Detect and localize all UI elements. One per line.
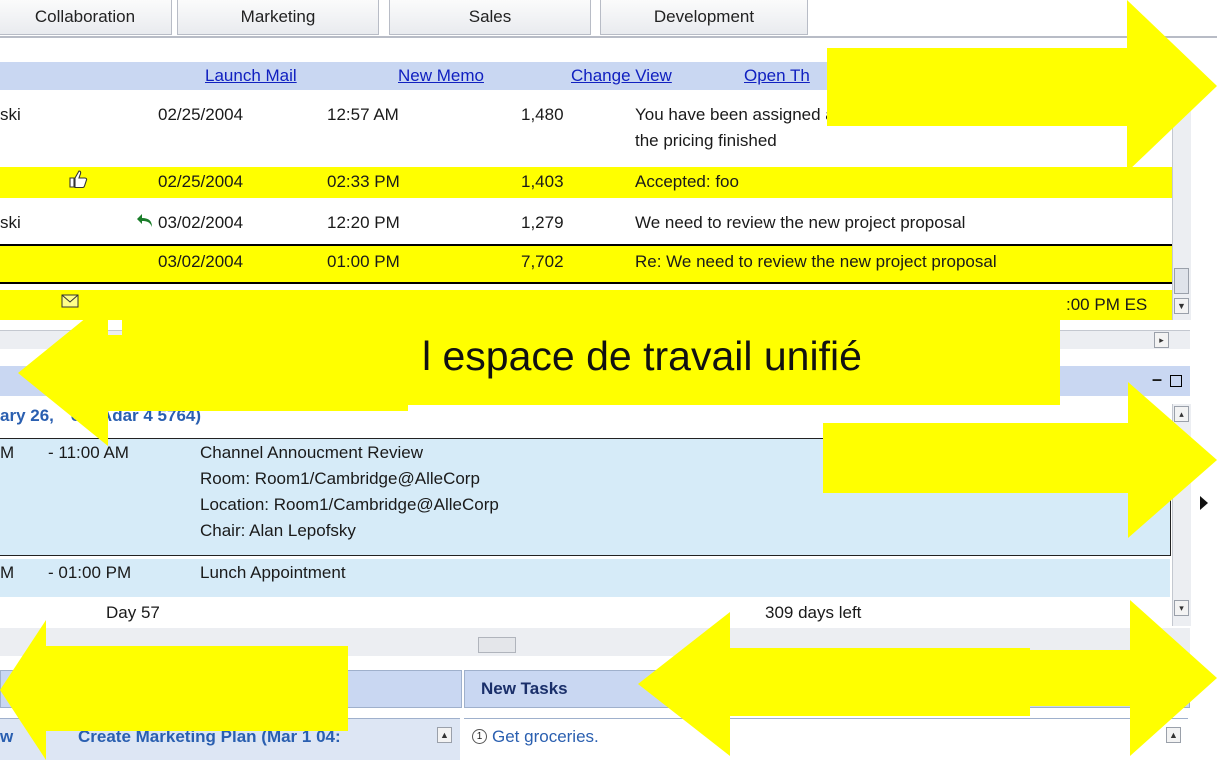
scroll-down-icon[interactable]: ▼ — [1174, 298, 1189, 314]
new-memo-link[interactable]: New Memo — [398, 66, 484, 86]
tab-marketing[interactable]: Marketing — [177, 0, 379, 35]
mail-time: 12:20 PM — [327, 213, 400, 232]
mail-size: 1,279 — [521, 213, 564, 232]
entry-title: Lunch Appointment — [200, 563, 346, 582]
mail-date: 02/25/2004 — [158, 105, 244, 124]
task-number-icon: 1 — [472, 729, 487, 744]
mail-date: 03/02/2004 — [158, 213, 244, 232]
mail-row-selected[interactable]: 03/02/2004 01:00 PM 7,702 Re: We need to… — [0, 244, 1172, 284]
mail-subject: Re: We need to review the new project pr… — [635, 252, 997, 271]
tasks-header-label: New Tasks — [481, 679, 568, 698]
entry-title: Channel Annoucment Review — [200, 443, 424, 462]
mail-from: ski — [0, 213, 21, 232]
thumbs-up-icon — [68, 170, 88, 193]
banner-text: l espace de travail unifié — [422, 333, 862, 379]
mail-time: 12:57 AM — [327, 105, 399, 124]
calendar-footer: Day 57 309 days left — [0, 597, 1170, 627]
entry-end: - 11:00 AM — [48, 443, 129, 462]
task-item[interactable]: Get groceries. — [492, 727, 599, 747]
entry-chair: Chair: Alan Lepofsky — [200, 521, 356, 540]
tab-bar: Collaboration Marketing Sales Developmen… — [0, 0, 1217, 37]
mail-date: 02/25/2004 — [158, 172, 244, 191]
mail-date: 03/02/2004 — [158, 252, 244, 271]
task-row[interactable]: 1 Get groceries. ▲ — [464, 718, 1188, 760]
mail-size: 1,480 — [521, 105, 564, 124]
reply-icon — [136, 213, 154, 234]
day-number: Day 57 — [106, 603, 160, 622]
mail-subject: Accepted: foo — [635, 172, 739, 191]
calendar-entry[interactable]: M - 01:00 PM Lunch Appointment — [0, 559, 1170, 597]
mail-size: 7,702 — [521, 252, 564, 271]
tab-development[interactable]: Development — [600, 0, 808, 35]
open-link[interactable]: Open Th — [744, 66, 810, 86]
tab-divider — [0, 36, 1217, 38]
days-left: 309 days left — [765, 603, 862, 622]
entry-room: Room: Room1/Cambridge@AlleCorp — [200, 469, 480, 488]
mail-subject-line2: the pricing finished — [635, 131, 777, 150]
scroll-thumb[interactable] — [1174, 268, 1189, 294]
tab-sales[interactable]: Sales — [389, 0, 591, 35]
tab-collaboration[interactable]: Collaboration — [0, 0, 172, 35]
mail-time: 02:33 PM — [327, 172, 400, 191]
entry-location: Location: Room1/Cambridge@AlleCorp — [200, 495, 499, 514]
mail-size: 1,403 — [521, 172, 564, 191]
entry-start: M — [0, 563, 15, 582]
scroll-right-icon[interactable]: ▸ — [1154, 332, 1169, 348]
entry-start: M — [0, 443, 15, 462]
scroll-up-icon[interactable]: ▲ — [437, 727, 452, 743]
mail-time: 01:00 PM — [327, 252, 400, 271]
mail-row[interactable]: ski 03/02/2004 12:20 PM 1,279 We need to… — [0, 205, 1172, 242]
launch-mail-link[interactable]: Launch Mail — [205, 66, 297, 86]
change-view-link[interactable]: Change View — [571, 66, 672, 86]
splitter-handle[interactable] — [478, 637, 516, 653]
mail-subject: We need to review the new project propos… — [635, 213, 966, 232]
entry-end: - 01:00 PM — [48, 563, 132, 582]
mail-subject: :00 PM ES — [1066, 295, 1148, 314]
mail-row[interactable]: 02/25/2004 02:33 PM 1,403 Accepted: foo — [0, 167, 1172, 198]
mail-from: ski — [0, 105, 21, 124]
